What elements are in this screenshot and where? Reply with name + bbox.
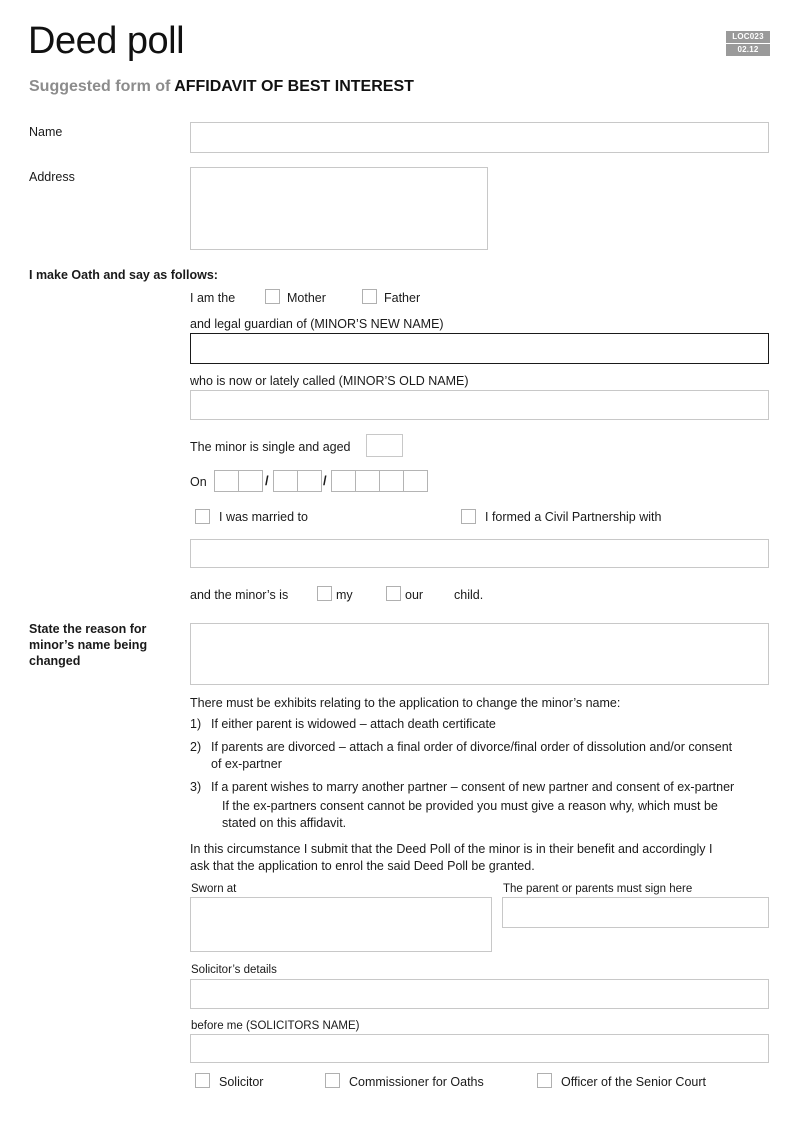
name-label: Name [29,125,63,139]
exhibits-intro: There must be exhibits relating to the a… [190,696,621,710]
reason-label: State the reason for minor’s name being … [29,621,179,669]
exhibits-note-line-1: If the ex-partners consent cannot be pro… [222,799,718,813]
sworn-at-input[interactable] [190,897,492,952]
checkbox-father[interactable] [362,289,377,304]
checkbox-solicitor[interactable] [195,1073,210,1088]
subtitle-prefix: Suggested form of [29,78,175,95]
date-separator-2: / [323,473,327,488]
page-title: Deed poll [28,20,185,62]
partner-name-input[interactable] [190,539,769,568]
checkbox-commissioner-for-oaths[interactable] [325,1073,340,1088]
minor-age-input[interactable] [366,434,403,457]
date-on-label: On [190,475,207,489]
i-am-the-label: I am the [190,291,236,305]
subtitle-form-type: AFFIDAVIT OF BEST INTEREST [174,78,414,95]
label-my: my [336,588,353,602]
solicitor-details-input[interactable] [190,979,769,1009]
exhibit-2-line-1: If parents are divorced – attach a final… [211,740,733,754]
date-year-cell-4[interactable] [403,470,428,492]
date-year-cell-2[interactable] [355,470,380,492]
reason-label-line-1: State the reason for [29,622,147,636]
sworn-at-label: Sworn at [191,883,237,895]
oath-heading: I make Oath and say as follows: [29,268,218,282]
label-solicitor: Solicitor [219,1075,264,1089]
label-mother: Mother [287,291,326,305]
checkbox-our[interactable] [386,586,401,601]
page-subtitle: Suggested form of AFFIDAVIT OF BEST INTE… [29,79,414,95]
exhibit-2-text: If parents are divorced – attach a final… [211,739,786,773]
date-day-cell-2[interactable] [238,470,263,492]
date-separator-1: / [265,473,269,488]
new-name-caption-plain: and legal guardian of (MINOR’S [190,317,371,331]
before-me-input[interactable] [190,1034,769,1063]
solicitor-details-label: Solicitor’s details [191,964,277,976]
exhibits-note-line-2: stated on this affidavit. [222,816,347,830]
exhibits-closing-line-2: ask that the application to enrol the sa… [190,859,535,873]
new-name-caption-bold: NEW NAME [370,317,440,331]
minor-new-name-input[interactable] [190,333,769,364]
form-code-badge: LOC023 02.12 [726,31,770,56]
label-civil-partnership: I formed a Civil Partnership with [485,510,662,524]
signature-input[interactable] [502,897,769,928]
checkbox-civil-partnership[interactable] [461,509,476,524]
label-commissioner-for-oaths: Commissioner for Oaths [349,1075,484,1089]
old-name-caption-bold: OLD NAME [399,374,465,388]
date-year-cell-3[interactable] [379,470,404,492]
exhibit-1-number: 1) [190,717,202,731]
label-officer-senior-court: Officer of the Senior Court [561,1075,706,1089]
form-version: 02.12 [726,44,770,56]
reason-input[interactable] [190,623,769,685]
minor-old-name-input[interactable] [190,390,769,420]
label-father: Father [384,291,421,305]
date-month-cell-1[interactable] [273,470,298,492]
label-was-married: I was married to [219,510,308,524]
date-day-cell-1[interactable] [214,470,239,492]
checkbox-my[interactable] [317,586,332,601]
old-name-caption-plain: who is now or lately called (MINOR’S [190,374,400,388]
address-label: Address [29,170,75,184]
new-name-caption: and legal guardian of (MINOR’S NEW NAME) [190,316,444,332]
checkbox-officer-senior-court[interactable] [537,1073,552,1088]
reason-label-line-2: minor’s name being [29,638,148,652]
exhibit-2-line-2: of ex-partner [211,757,282,771]
deed-poll-form-page: Deed poll Suggested form of AFFIDAVIT OF… [0,0,800,1130]
exhibits-closing: In this circumstance I submit that the D… [190,841,775,875]
date-year-cell-1[interactable] [331,470,356,492]
address-input[interactable] [190,167,488,250]
label-our: our [405,588,424,602]
reason-label-line-3: changed [29,654,81,668]
checkbox-was-married[interactable] [195,509,210,524]
exhibit-2-number: 2) [190,740,202,754]
minor-is-label: and the minor’s is [190,588,289,602]
exhibits-closing-line-1: In this circumstance I submit that the D… [190,842,713,856]
checkbox-mother[interactable] [265,289,280,304]
exhibit-3-text: If a parent wishes to marry another part… [211,780,735,794]
before-me-label: before me (SOLICITORS NAME) [191,1020,360,1032]
exhibits-note: If the ex-partners consent cannot be pro… [222,798,782,832]
exhibit-1-text: If either parent is widowed – attach dea… [211,717,496,731]
date-month-cell-2[interactable] [297,470,322,492]
old-name-caption: who is now or lately called (MINOR’S OLD… [190,373,469,389]
old-name-caption-tail: ) [464,374,469,388]
form-code: LOC023 [726,31,770,43]
name-input[interactable] [190,122,769,153]
signature-label: The parent or parents must sign here [503,883,693,895]
label-child: child. [454,588,484,602]
exhibit-3-number: 3) [190,780,202,794]
minor-age-label: The minor is single and aged [190,440,351,454]
new-name-caption-tail: ) [439,317,444,331]
